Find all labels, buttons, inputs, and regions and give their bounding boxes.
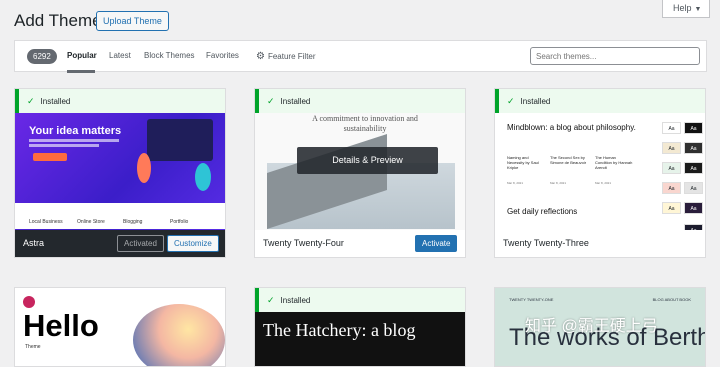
upload-theme-button[interactable]: Upload Theme [96, 11, 169, 31]
theme-count-badge: 6292 [27, 49, 57, 64]
preview-headline: The Hatchery: a blog [263, 320, 416, 340]
preview-headline: Mindblown: a blog about philosophy. [507, 123, 636, 132]
theme-card-hello[interactable]: Hello Theme [14, 287, 226, 367]
preview-subtitle: Theme [25, 344, 41, 350]
theme-name: Astra [23, 238, 45, 248]
preview-logo [23, 296, 35, 308]
theme-screenshot[interactable]: Hello Theme [15, 288, 225, 366]
preview-category: Online Store [77, 219, 105, 225]
check-icon: ✓ [267, 295, 275, 305]
help-button[interactable]: Help ▼ [662, 0, 710, 18]
preview-post-date: Mar 8, 2021 [550, 181, 567, 185]
installed-notice: ✓ Installed [255, 288, 465, 312]
installed-notice: ✓ Installed [495, 89, 705, 113]
style-swatch: Aa [662, 162, 681, 174]
preview-post-date: Mar 8, 2021 [595, 181, 612, 185]
help-label: Help [673, 3, 692, 13]
preview-illustration-figure [195, 163, 211, 191]
preview-cta [33, 153, 67, 161]
search-input[interactable] [530, 47, 700, 65]
style-swatch: Aa [684, 202, 703, 214]
preview-category: Local Business [29, 219, 63, 225]
style-variations: AaAa AaAa AaAa AaAa AaAa Aa [659, 117, 705, 232]
theme-card-twenty-twenty-three[interactable]: ✓ Installed Mindblown: a blog about philo… [494, 88, 706, 258]
style-swatch: Aa [662, 182, 681, 194]
check-icon: ✓ [507, 96, 515, 106]
installed-label: Installed [280, 296, 311, 305]
preview-text-line [29, 139, 119, 142]
style-swatch: Aa [684, 142, 703, 154]
feature-filter-button[interactable]: ⚙ Feature Filter [256, 51, 316, 62]
check-icon: ✓ [27, 96, 35, 106]
preview-category: Blogging [123, 219, 143, 225]
preview-category-strip [15, 203, 225, 229]
preview-post-title: The Human Condition by Hannah Arendt [595, 155, 633, 170]
style-swatch: Aa [684, 162, 703, 174]
customize-button[interactable]: Customize [167, 235, 219, 252]
preview-category: Portfolio [170, 219, 189, 225]
preview-image [133, 304, 225, 366]
preview-illustration-screen [147, 119, 213, 161]
style-swatch: Aa [662, 122, 681, 134]
preview-illustration-figure [137, 153, 151, 183]
check-icon: ✓ [267, 96, 275, 106]
watermark: 知乎 @霸王硬上弓 [525, 318, 658, 335]
installed-label: Installed [280, 97, 311, 106]
style-swatch: Aa [662, 202, 681, 214]
theme-screenshot[interactable]: Your idea matters Local Business Online … [15, 113, 225, 232]
theme-card-astra[interactable]: ✓ Installed Your idea matters Local Busin… [14, 88, 226, 258]
preview-footer-headline: Get daily reflections [507, 207, 578, 216]
theme-name: Twenty Twenty-Three [503, 238, 589, 248]
tab-popular[interactable]: Popular [67, 51, 97, 60]
gear-icon: ⚙ [256, 51, 265, 62]
tab-favorites[interactable]: Favorites [206, 51, 239, 60]
installed-notice: ✓ Installed [15, 89, 225, 113]
theme-screenshot[interactable]: The Hatchery: a blog [255, 312, 465, 366]
theme-name: Twenty Twenty-Four [263, 238, 344, 248]
preview-post-title: The Second Sex by Simone de Beauvoir [550, 155, 587, 165]
chevron-down-icon: ▼ [694, 6, 702, 13]
preview-nav: BLOG ABOUT BOOK [652, 297, 691, 302]
tab-active-indicator [67, 70, 95, 73]
style-swatch: Aa [662, 142, 681, 154]
style-swatch: Aa [684, 182, 703, 194]
activate-button[interactable]: Activate [415, 235, 458, 252]
preview-post-title: Naming and Necessity by Saul Kripke [507, 155, 539, 170]
theme-screenshot[interactable]: A commitment to innovation and sustainab… [255, 113, 465, 232]
activated-button: Activated [117, 235, 164, 252]
preview-headline: A commitment to innovation and sustainab… [312, 114, 418, 133]
theme-screenshot[interactable]: Mindblown: a blog about philosophy. Nami… [495, 113, 705, 232]
tab-latest[interactable]: Latest [109, 51, 131, 60]
theme-footer: Twenty Twenty-Four Activate [255, 230, 465, 257]
preview-headline: Hello [23, 308, 99, 343]
details-preview-button[interactable]: Details & Preview [297, 147, 438, 174]
installed-label: Installed [40, 97, 71, 106]
preview-post-date: Mar 8, 2021 [507, 181, 524, 185]
style-swatch: Aa [684, 122, 703, 134]
theme-card-the-hatchery[interactable]: ✓ Installed The Hatchery: a blog [254, 287, 466, 367]
theme-footer: Twenty Twenty-Three [495, 230, 705, 257]
tab-block-themes[interactable]: Block Themes [144, 51, 195, 60]
feature-filter-label: Feature Filter [267, 52, 316, 61]
preview-site-title: TWENTY TWENTY-ONE [509, 297, 554, 302]
preview-text-line [29, 144, 99, 147]
installed-label: Installed [520, 97, 551, 106]
installed-notice: ✓ Installed [255, 89, 465, 113]
theme-footer: Astra Activated Customize [15, 230, 225, 257]
theme-card-twenty-twenty-four[interactable]: ✓ Installed A commitment to innovation an… [254, 88, 466, 258]
filter-bar: 6292 Popular Latest Block Themes Favorit… [14, 40, 707, 73]
preview-headline: Your idea matters [29, 125, 122, 137]
